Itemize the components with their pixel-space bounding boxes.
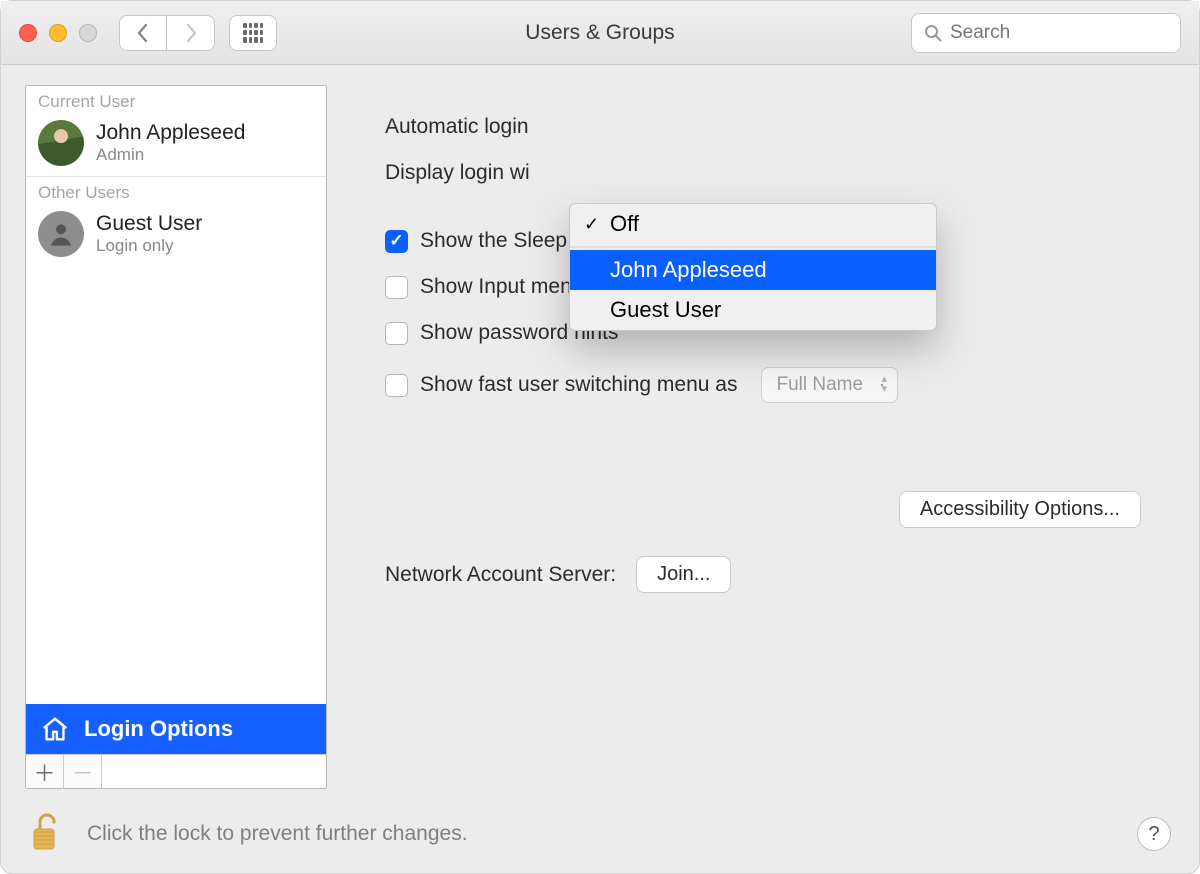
close-window-button[interactable]	[19, 24, 37, 42]
preferences-window: Users & Groups Current User John Applese…	[0, 0, 1200, 874]
sidebar-item-guest-user[interactable]: Guest User Login only	[26, 207, 326, 267]
avatar	[38, 120, 84, 166]
user-name-label: Guest User	[96, 212, 202, 236]
checkbox[interactable]	[385, 230, 408, 253]
chevron-right-icon	[184, 23, 198, 43]
checkbox-row-fastswitch[interactable]: Show fast user switching menu as Full Na…	[385, 367, 1141, 403]
avatar	[38, 211, 84, 257]
dropdown-item-guest[interactable]: Guest User	[570, 290, 936, 330]
dropdown-separator	[570, 246, 936, 248]
display-login-row: Display login wi	[385, 161, 1141, 185]
nav-back-forward	[119, 15, 215, 51]
help-button[interactable]: ?	[1137, 817, 1171, 851]
automatic-login-label: Automatic login	[385, 115, 529, 139]
login-options-panel: Automatic login Display login wi Show th…	[345, 85, 1175, 789]
remove-user-button[interactable]: －	[64, 755, 102, 788]
dropdown-item-john[interactable]: John Appleseed	[570, 250, 936, 290]
unlocked-lock-icon	[29, 809, 63, 853]
accessibility-row: Accessibility Options...	[385, 491, 1141, 528]
dropdown-item-label: Off	[610, 211, 639, 237]
titlebar: Users & Groups	[1, 1, 1199, 65]
network-account-row: Network Account Server: Join...	[385, 556, 1141, 593]
fastswitch-select[interactable]: Full Name ▴▾	[761, 367, 898, 403]
lock-button[interactable]	[29, 809, 63, 859]
checkbox[interactable]	[385, 374, 408, 397]
forward-button[interactable]	[167, 15, 215, 51]
chevron-left-icon	[136, 23, 150, 43]
house-icon	[40, 714, 70, 744]
person-icon	[47, 220, 75, 248]
network-account-label: Network Account Server:	[385, 563, 616, 587]
minimize-window-button[interactable]	[49, 24, 67, 42]
select-value: Full Name	[776, 374, 863, 396]
search-icon	[924, 24, 942, 42]
stepper-arrows-icon: ▴▾	[882, 374, 888, 394]
checkbox-label: Show fast user switching menu as	[420, 373, 737, 397]
user-name-label: John Appleseed	[96, 121, 245, 145]
checkbox[interactable]	[385, 322, 408, 345]
users-sidebar: Current User John Appleseed Admin Other …	[25, 85, 327, 789]
checkbox[interactable]	[385, 276, 408, 299]
add-remove-bar: ＋ －	[26, 754, 326, 788]
user-role-label: Login only	[96, 236, 202, 256]
traffic-lights	[19, 24, 97, 42]
user-labels: Guest User Login only	[96, 212, 202, 256]
content-area: Current User John Appleseed Admin Other …	[1, 65, 1199, 795]
sidebar-item-login-options[interactable]: Login Options	[26, 704, 326, 754]
lock-hint-label: Click the lock to prevent further change…	[87, 822, 468, 846]
login-options-label: Login Options	[84, 716, 233, 742]
display-login-label: Display login wi	[385, 161, 530, 185]
grid-icon	[243, 23, 263, 43]
dropdown-item-label: Guest User	[610, 297, 721, 323]
other-users-heading: Other Users	[26, 177, 326, 207]
search-field[interactable]	[911, 13, 1181, 53]
user-labels: John Appleseed Admin	[96, 121, 245, 165]
footer-bar: Click the lock to prevent further change…	[1, 795, 1199, 873]
join-button[interactable]: Join...	[636, 556, 731, 593]
sidebar-item-current-user[interactable]: John Appleseed Admin	[26, 116, 326, 176]
automatic-login-dropdown[interactable]: Off John Appleseed Guest User	[569, 203, 937, 331]
dropdown-item-off[interactable]: Off	[570, 204, 936, 244]
add-user-button[interactable]: ＋	[26, 755, 64, 788]
automatic-login-row: Automatic login	[385, 115, 1141, 139]
back-button[interactable]	[119, 15, 167, 51]
current-user-heading: Current User	[26, 86, 326, 116]
search-input[interactable]	[950, 22, 1168, 44]
show-all-button[interactable]	[229, 15, 277, 51]
zoom-window-button[interactable]	[79, 24, 97, 42]
dropdown-item-label: John Appleseed	[610, 257, 767, 283]
user-role-label: Admin	[96, 145, 245, 165]
accessibility-options-button[interactable]: Accessibility Options...	[899, 491, 1141, 528]
